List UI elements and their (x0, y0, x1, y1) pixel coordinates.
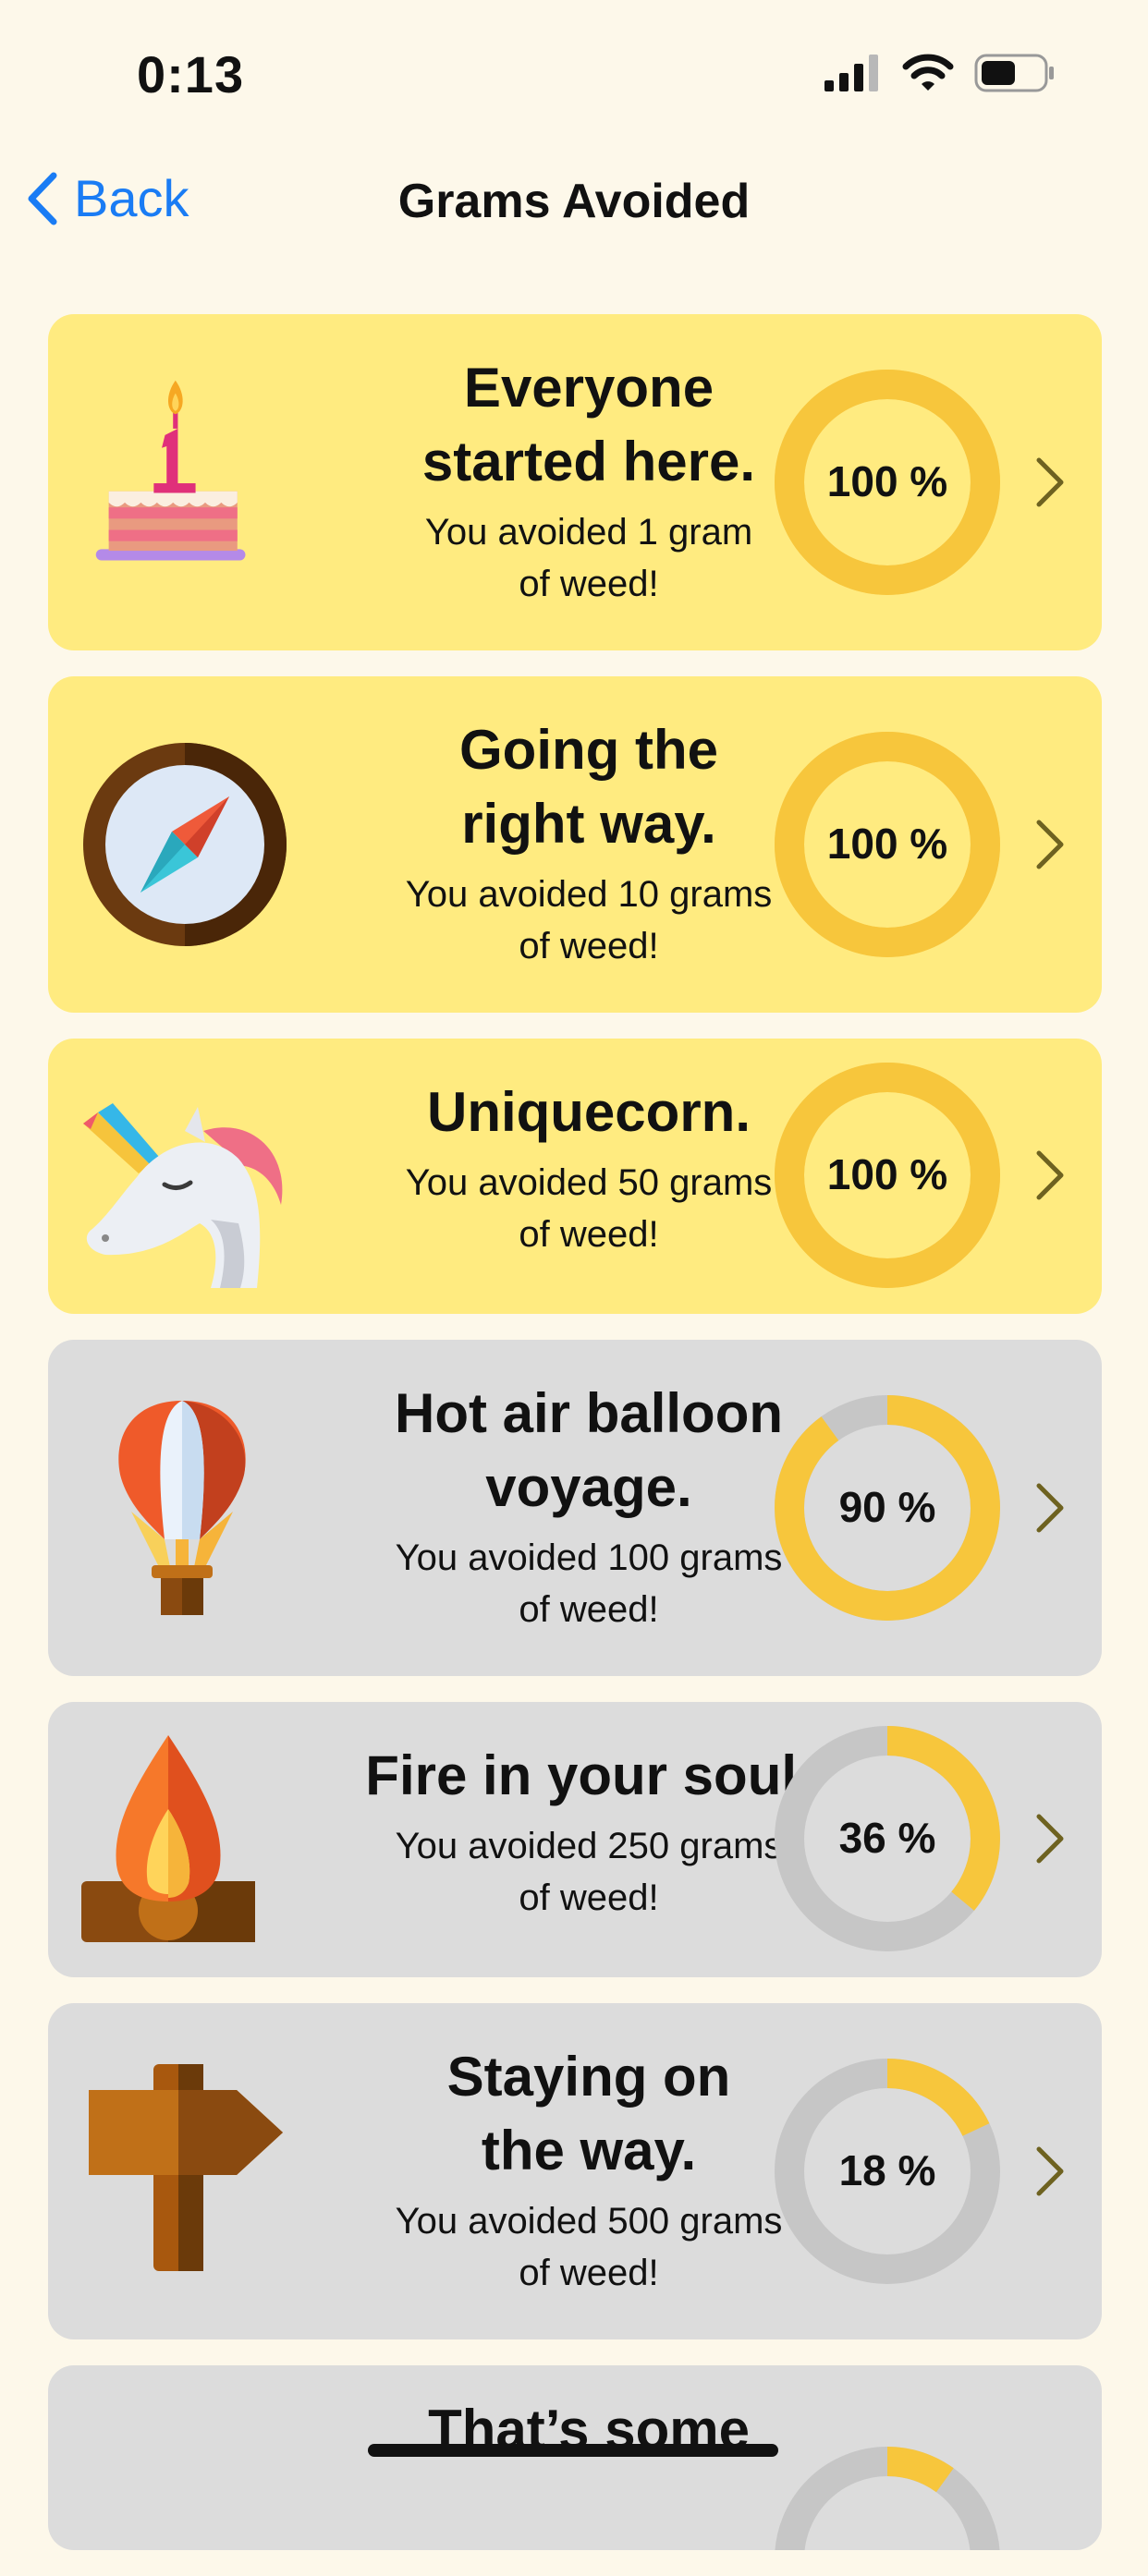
navigation-bar: Back Grams Avoided (0, 148, 1148, 259)
campfire-icon (81, 1735, 255, 1942)
status-icons (824, 54, 1056, 92)
progress-percentage: 36 % (838, 1814, 936, 1862)
status-bar: 0:13 (0, 0, 1148, 148)
birthday-cake-icon (95, 380, 246, 561)
page-title: Grams Avoided (397, 175, 751, 228)
progress-percentage: 100 % (826, 1150, 948, 1198)
status-time: 0:13 (137, 45, 245, 103)
chevron-right-icon (1036, 820, 1064, 869)
wifi-icon (902, 54, 954, 91)
chevron-right-icon (1036, 1814, 1064, 1864)
battery-icon (974, 54, 1054, 92)
compass-icon (83, 743, 287, 946)
cellular-signal-icon (824, 55, 878, 91)
achievement-card-staying-on-the-way[interactable]: Staying on the way. You avoided 500 gram… (48, 2003, 1102, 2339)
achievement-card-hot-air-balloon-voyage[interactable]: Hot air balloon voyage. You avoided 100 … (48, 1340, 1102, 1676)
progress-percentage: 18 % (838, 2146, 936, 2194)
progress-percentage: 100 % (826, 457, 948, 505)
chevron-right-icon (1036, 457, 1064, 507)
achievement-card-uniquecorn[interactable]: Uniquecorn. You avoided 50 grams of weed… (48, 1039, 1102, 1314)
progress-percentage: 90 % (838, 1483, 936, 1531)
achievement-list: Everyone started here. You avoided 1 gra… (48, 314, 1102, 2576)
achievement-card-fire-in-your-soul[interactable]: Fire in your soul. You avoided 250 grams… (48, 1702, 1102, 1977)
chevron-right-icon (1036, 1150, 1064, 1200)
chevron-right-icon (1036, 1483, 1064, 1533)
unicorn-icon (83, 1103, 283, 1288)
achievement-card-everyone-started-here[interactable]: Everyone started here. You avoided 1 gra… (48, 314, 1102, 650)
progress-percentage: 100 % (826, 820, 948, 868)
achievement-card-partial[interactable]: That’s some (48, 2365, 1102, 2550)
home-indicator[interactable] (368, 2444, 778, 2457)
hot-air-balloon-icon (118, 1401, 246, 1615)
signpost-icon (89, 2064, 283, 2271)
progress-ring (775, 2447, 1000, 2550)
chevron-right-icon (1036, 2146, 1064, 2196)
achievement-card-going-the-right-way[interactable]: Going the right way. You avoided 10 gram… (48, 676, 1102, 1013)
